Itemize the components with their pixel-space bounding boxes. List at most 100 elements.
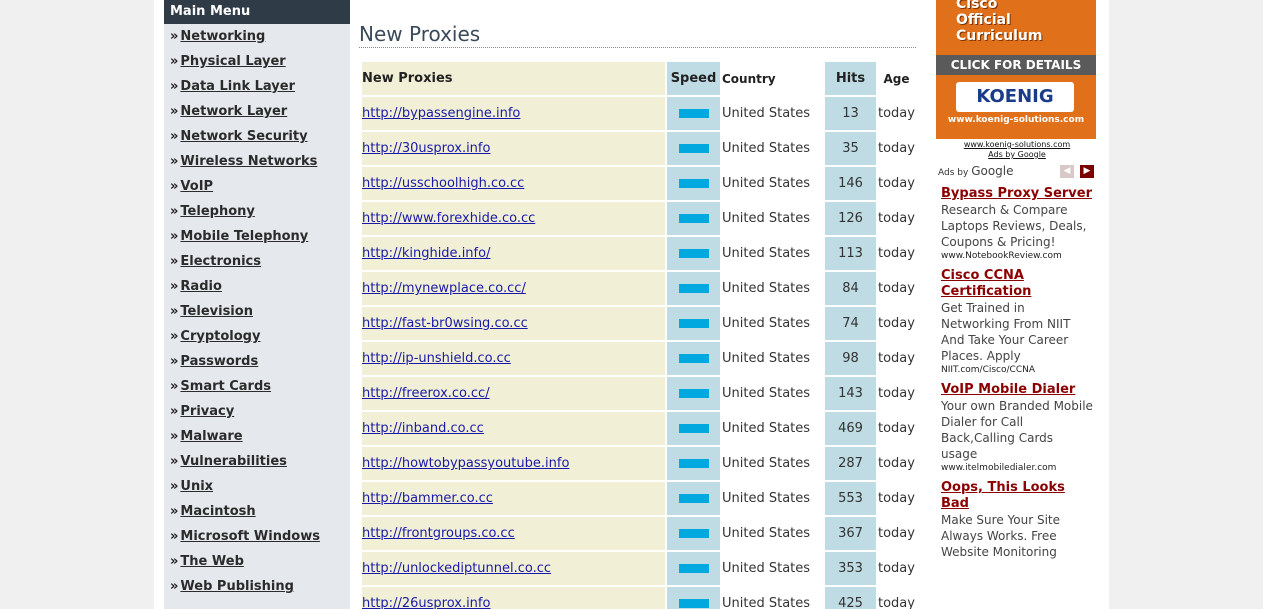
double-arrow-icon: » [170, 254, 179, 269]
banner-footer-ads[interactable]: Ads by Google [936, 150, 1098, 160]
sidebar-item[interactable]: » Television [164, 299, 350, 324]
sidebar-item-label[interactable]: Unix [180, 479, 213, 494]
sidebar-item[interactable]: » Wireless Networks [164, 149, 350, 174]
sidebar-item[interactable]: » Telephony [164, 199, 350, 224]
proxy-link[interactable]: http://usschoolhigh.co.cc [362, 176, 524, 191]
sidebar-item-label[interactable]: Web Publishing [180, 579, 294, 594]
proxy-link[interactable]: http://frontgroups.co.cc [362, 526, 515, 541]
table-row: http://frontgroups.co.cc United States 367… [362, 517, 915, 550]
sidebar-item[interactable]: » Mobile Telephony [164, 224, 350, 249]
proxy-link[interactable]: http://fast-br0wsing.co.cc [362, 316, 528, 331]
proxy-link[interactable]: http://bypassengine.info [362, 106, 520, 121]
banner-footer-url[interactable]: www.koenig-solutions.com [936, 140, 1098, 150]
sidebar-item-label[interactable]: The Web [180, 554, 243, 569]
sidebar-item-label[interactable]: Cryptology [180, 329, 260, 344]
sidebar-item[interactable]: » Radio [164, 274, 350, 299]
sidebar-item-label[interactable]: Smart Cards [180, 379, 271, 394]
cell-url: http://frontgroups.co.cc [362, 517, 665, 550]
proxy-link[interactable]: http://ip-unshield.co.cc [362, 351, 511, 366]
sidebar-item[interactable]: » VoIP [164, 174, 350, 199]
sidebar-item[interactable]: » Data Link Layer [164, 74, 350, 99]
ad-title-link[interactable]: Cisco CCNA Certification [941, 268, 1093, 300]
sidebar-item-label[interactable]: Privacy [180, 404, 234, 419]
cell-country: United States [722, 482, 823, 515]
ad-url[interactable]: www.NotebookReview.com [941, 250, 1093, 262]
koenig-banner[interactable]: Cisco Official Curriculum CLICK FOR DETA… [936, 0, 1096, 139]
sidebar-item[interactable]: » Vulnerabilities [164, 449, 350, 474]
sidebar-item-label[interactable]: Microsoft Windows [180, 529, 320, 544]
proxy-link[interactable]: http://unlockediptunnel.co.cc [362, 561, 551, 576]
sidebar-item-label[interactable]: Network Security [180, 129, 307, 144]
ad-title-link[interactable]: Oops, This Looks Bad [941, 480, 1093, 512]
ad-title-link[interactable]: Bypass Proxy Server [941, 186, 1093, 202]
sidebar-item-label[interactable]: Electronics [180, 254, 261, 269]
sidebar-item-label[interactable]: Macintosh [180, 504, 255, 519]
cell-url: http://kinghide.info/ [362, 237, 665, 270]
sidebar-item-label[interactable]: Telephony [180, 204, 254, 219]
ad-url[interactable]: www.itelmobiledialer.com [941, 462, 1093, 474]
proxy-link[interactable]: http://howtobypassyoutube.info [362, 456, 569, 471]
banner-title-line: Cisco [956, 0, 998, 12]
sidebar-item[interactable]: » Passwords [164, 349, 350, 374]
sidebar-item[interactable]: » The Web [164, 549, 350, 574]
sidebar-item[interactable]: » Web Publishing [164, 574, 350, 599]
sidebar-item[interactable]: » Networking [164, 24, 350, 49]
sidebar-item-label[interactable]: Physical Layer [180, 54, 285, 69]
double-arrow-icon: » [170, 554, 179, 569]
sidebar-item-label[interactable]: Malware [180, 429, 242, 444]
speed-bar [678, 424, 709, 433]
sidebar-item-label[interactable]: Radio [180, 279, 221, 294]
sidebar-item[interactable]: » Electronics [164, 249, 350, 274]
double-arrow-icon: » [170, 304, 179, 319]
sidebar-item-label[interactable]: VoIP [180, 179, 213, 194]
cell-speed [667, 587, 720, 609]
proxy-link[interactable]: http://26usprox.info [362, 596, 490, 609]
cell-hits: 74 [825, 307, 876, 340]
sidebar-item[interactable]: » Macintosh [164, 499, 350, 524]
sidebar-item[interactable]: » Network Layer [164, 99, 350, 124]
sidebar-item[interactable]: » Malware [164, 424, 350, 449]
double-arrow-icon: » [170, 129, 179, 144]
sidebar-item-label[interactable]: Vulnerabilities [180, 454, 286, 469]
proxy-link[interactable]: http://30usprox.info [362, 141, 490, 156]
ad-title-link[interactable]: VoIP Mobile Dialer [941, 382, 1093, 398]
proxy-link[interactable]: http://www.forexhide.co.cc [362, 211, 535, 226]
sidebar-item-label[interactable]: Mobile Telephony [180, 229, 308, 244]
cell-hits: 353 [825, 552, 876, 585]
sidebar-item[interactable]: » Unix [164, 474, 350, 499]
sidebar-item[interactable]: » Microsoft Windows [164, 524, 350, 549]
text-ad: Cisco CCNA Certification Get Trained in N… [941, 268, 1093, 376]
sidebar-item-label[interactable]: Passwords [180, 354, 258, 369]
cell-url: http://howtobypassyoutube.info [362, 447, 665, 480]
cell-age: today [878, 412, 915, 445]
text-ad: Oops, This Looks Bad Make Sure Your Site … [941, 480, 1093, 560]
proxy-link[interactable]: http://inband.co.cc [362, 421, 484, 436]
proxy-link[interactable]: http://mynewplace.co.cc/ [362, 281, 526, 296]
cell-country: United States [722, 552, 823, 585]
sidebar-item[interactable]: » Smart Cards [164, 374, 350, 399]
sidebar-item[interactable]: » Cryptology [164, 324, 350, 349]
cell-hits: 13 [825, 97, 876, 130]
sidebar-item-label[interactable]: Network Layer [180, 104, 287, 119]
header-hits: Hits [825, 62, 876, 95]
sidebar-item[interactable]: » Network Security [164, 124, 350, 149]
cell-speed [667, 342, 720, 375]
proxy-link[interactable]: http://freerox.co.cc/ [362, 386, 490, 401]
cell-speed [667, 377, 720, 410]
text-ad: Bypass Proxy Server Research & Compare La… [941, 186, 1093, 262]
next-arrow-icon[interactable]: ▶ [1080, 165, 1094, 178]
sidebar-item[interactable]: » Physical Layer [164, 49, 350, 74]
proxy-link[interactable]: http://bammer.co.cc [362, 491, 493, 506]
ad-url[interactable]: NIIT.com/Cisco/CCNA [941, 364, 1093, 376]
banner-click-button[interactable]: CLICK FOR DETAILS [936, 55, 1096, 75]
sidebar-item-label[interactable]: Data Link Layer [180, 79, 295, 94]
sidebar-item-label[interactable]: Television [180, 304, 253, 319]
sidebar-item-label[interactable]: Networking [180, 29, 265, 44]
sidebar-item-label[interactable]: Wireless Networks [180, 154, 317, 169]
sidebar-item[interactable]: » Privacy [164, 399, 350, 424]
prev-arrow-icon[interactable]: ◀ [1060, 165, 1074, 178]
cell-country: United States [722, 447, 823, 480]
double-arrow-icon: » [170, 579, 179, 594]
ads-by-google-label[interactable]: Ads by Google [938, 164, 1014, 178]
proxy-link[interactable]: http://kinghide.info/ [362, 246, 490, 261]
